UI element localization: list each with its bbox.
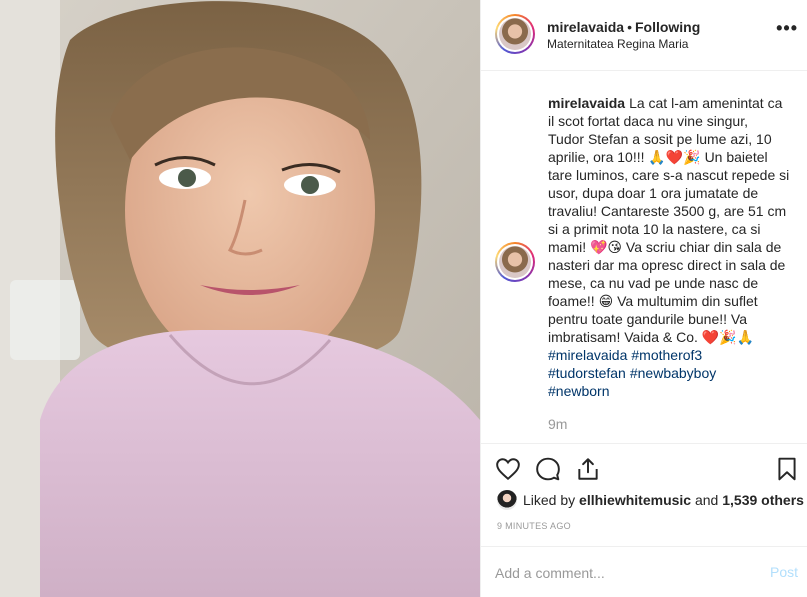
bookmark-icon[interactable] (774, 456, 800, 482)
caption-line: Tudor Stefan a sosit pe lume azi, 10 (548, 131, 772, 147)
hashtag-link[interactable]: #mirelavaida (548, 347, 627, 363)
selfie-image (0, 0, 480, 597)
caption-line: usor, dupa doar 1 ora jumatate de (548, 185, 759, 201)
separator-dot: • (627, 19, 632, 35)
caption-line: mami! 💖😘 Va scriu chiar din sala de (548, 239, 782, 255)
comment-icon[interactable] (535, 456, 561, 482)
liker-username-link[interactable]: ellhiewhitemusic (579, 492, 691, 508)
username-link[interactable]: mirelavaida (547, 19, 624, 35)
caption-line: nasteri dar ma opresc direct in sala de (548, 257, 786, 273)
following-button[interactable]: Following (635, 19, 700, 35)
caption-text: mirelavaida La cat l-am amenintat ca il s… (548, 94, 798, 400)
caption-username[interactable]: mirelavaida (548, 95, 625, 111)
instagram-post: mirelavaida • Following Maternitatea Regin… (0, 0, 807, 597)
more-options-icon[interactable]: ••• (776, 18, 798, 39)
hashtag-link[interactable]: #newborn (548, 383, 610, 399)
caption-line: foame!! 😁 Va multumim din suflet (548, 293, 758, 309)
caption-timestamp: 9m (548, 416, 568, 432)
comment-input[interactable] (495, 564, 745, 582)
caption-line: travaliu! Cantareste 3500 g, are 51 cm (548, 203, 787, 219)
likes-summary: Liked by ellhiewhitemusic and 1,539 othe… (497, 488, 804, 512)
post-timestamp[interactable]: 9 MINUTES AGO (497, 521, 571, 531)
caption-line: mese, ca nu vad pe unde nasc de (548, 275, 759, 291)
hashtag-link[interactable]: #motherof3 (631, 347, 702, 363)
location-link[interactable]: Maternitatea Regina Maria (547, 37, 688, 51)
caption-line: imbratisam! Vaida & Co. ❤️🎉🙏 (548, 329, 755, 345)
hashtag-link[interactable]: #newbabyboy (630, 365, 716, 381)
caption-line: aprilie, ora 10!!! 🙏❤️🎉 Un baietel (548, 149, 768, 165)
caption-line: il scot fortat daca nu vine singur, (548, 113, 748, 129)
caption-line: La cat l-am amenintat ca (629, 95, 783, 111)
caption-section: mirelavaida La cat l-am amenintat ca il s… (481, 72, 807, 444)
heart-icon[interactable] (495, 456, 521, 482)
others-likes-link[interactable]: 1,539 others (722, 492, 804, 508)
and-label: and (694, 492, 719, 508)
share-icon[interactable] (575, 456, 601, 482)
post-photo[interactable] (0, 0, 480, 597)
caption-avatar[interactable] (495, 242, 535, 282)
comment-form: Post (481, 546, 807, 597)
action-bar (481, 444, 807, 494)
caption-line: tare luminos, care s-a nascut repede si (548, 167, 790, 183)
caption-line: si a primit nota 10 la nastere, ca si (548, 221, 761, 237)
post-comment-button[interactable]: Post (770, 564, 798, 580)
liker-avatar[interactable] (497, 490, 517, 510)
post-header: mirelavaida • Following Maternitatea Regin… (481, 0, 807, 71)
post-sidebar: mirelavaida • Following Maternitatea Regin… (480, 0, 807, 597)
header-username-row: mirelavaida • Following (547, 19, 700, 35)
caption-line: pentru toate gandurile bune!! Va (548, 311, 748, 327)
hashtag-link[interactable]: #tudorstefan (548, 365, 626, 381)
liked-by-label: Liked by (523, 492, 576, 508)
avatar[interactable] (495, 14, 535, 54)
